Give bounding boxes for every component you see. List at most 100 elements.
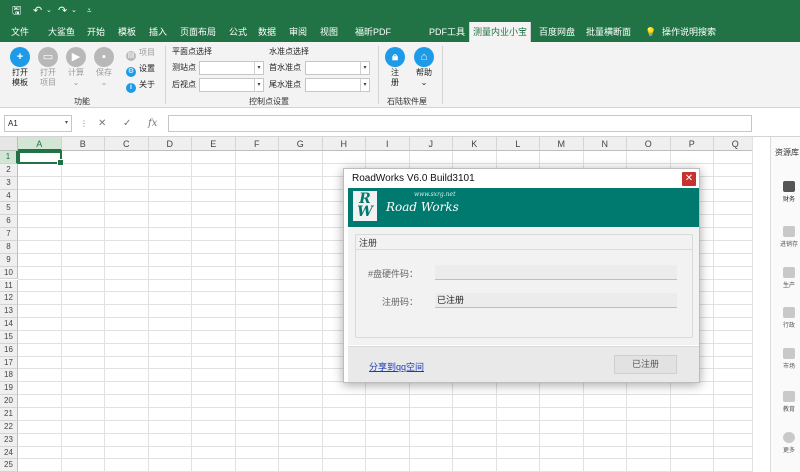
- name-box[interactable]: A1 ▾: [4, 115, 72, 132]
- row-header[interactable]: 21: [0, 408, 18, 421]
- row-header[interactable]: 20: [0, 395, 18, 408]
- tab-insert[interactable]: 插入: [149, 22, 167, 42]
- calculate-button[interactable]: ▶ 计算 ⌄: [62, 47, 90, 88]
- tab-baidu-netdisk[interactable]: 百度网盘: [539, 22, 575, 42]
- row-header[interactable]: 2: [0, 163, 18, 177]
- row-header[interactable]: 15: [0, 330, 18, 344]
- customize-icon[interactable]: ⩡: [87, 3, 92, 19]
- selected-cell-a1[interactable]: [18, 151, 64, 166]
- tab-survey-helper[interactable]: 测量内业小宝: [469, 22, 532, 42]
- row-header[interactable]: 1: [0, 151, 18, 164]
- plane-point-title: 平面点选择: [172, 47, 212, 56]
- row-header[interactable]: 9: [0, 253, 18, 267]
- tab-pdf-tools[interactable]: PDF工具: [429, 22, 465, 42]
- row-header[interactable]: 24: [0, 446, 18, 460]
- row-header[interactable]: 10: [0, 266, 18, 280]
- undo-icon[interactable]: ↶: [33, 3, 42, 19]
- column-header[interactable]: N: [583, 137, 627, 151]
- row-header[interactable]: 6: [0, 215, 18, 229]
- station-select[interactable]: ▾: [199, 61, 264, 75]
- help-button[interactable]: ⌂ 帮助 ⌄: [411, 47, 437, 88]
- panel-item-more[interactable]: 更多: [777, 432, 800, 454]
- vertical-scrollbar[interactable]: [752, 137, 770, 472]
- registration-code-field[interactable]: 已注册: [435, 293, 677, 308]
- first-level-select[interactable]: ▾: [305, 61, 370, 75]
- row-header[interactable]: 22: [0, 420, 18, 434]
- row-header[interactable]: 16: [0, 343, 18, 357]
- column-header[interactable]: M: [540, 137, 584, 151]
- tab-template[interactable]: 模板: [118, 22, 136, 42]
- row-header[interactable]: 25: [0, 459, 18, 472]
- row-header[interactable]: 4: [0, 189, 18, 203]
- panel-item-finance[interactable]: 财务: [777, 181, 800, 203]
- settings-button[interactable]: ⚙ 设置: [126, 63, 155, 77]
- chevron-down-icon[interactable]: ⌄: [46, 3, 52, 19]
- row-header[interactable]: 11: [0, 279, 18, 293]
- divider: [356, 249, 692, 250]
- register-button[interactable]: 🔒︎ 注 册: [384, 47, 406, 88]
- tab-data[interactable]: 数据: [258, 22, 276, 42]
- panel-item-inventory[interactable]: 进销存: [777, 226, 800, 248]
- registered-button[interactable]: 已注册: [614, 355, 677, 374]
- last-level-select[interactable]: ▾: [305, 78, 370, 92]
- panel-item-production[interactable]: 生产: [777, 267, 800, 289]
- column-header[interactable]: H: [322, 137, 366, 151]
- row-header[interactable]: 23: [0, 433, 18, 447]
- column-header[interactable]: C: [105, 137, 149, 151]
- column-header[interactable]: K: [453, 137, 497, 151]
- tab-page-layout[interactable]: 页面布局: [180, 22, 216, 42]
- column-header[interactable]: Q: [714, 137, 752, 151]
- cancel-icon[interactable]: ✕: [98, 115, 106, 132]
- column-header[interactable]: E: [192, 137, 236, 151]
- column-header[interactable]: G: [279, 137, 323, 151]
- column-header[interactable]: P: [670, 137, 714, 151]
- tab-foxit-pdf[interactable]: 福昕PDF: [355, 22, 391, 42]
- tab-batch-cross-section[interactable]: 批量横断面: [586, 22, 631, 42]
- tab-shark[interactable]: 大鲨鱼: [48, 22, 75, 42]
- panel-item-education[interactable]: 教育: [777, 391, 800, 413]
- tab-view[interactable]: 视图: [320, 22, 338, 42]
- last-level-label: 尾水准点: [269, 80, 301, 89]
- close-icon[interactable]: ✕: [682, 172, 696, 186]
- select-all-corner[interactable]: [0, 137, 18, 151]
- column-header[interactable]: B: [61, 137, 105, 151]
- panel-item-market[interactable]: 市场: [777, 348, 800, 370]
- row-header[interactable]: 5: [0, 202, 18, 216]
- panel-item-admin[interactable]: 行政: [777, 307, 800, 329]
- project-button[interactable]: ▤ 项目: [126, 47, 155, 61]
- row-header[interactable]: 3: [0, 176, 18, 190]
- column-header[interactable]: J: [409, 137, 453, 151]
- row-header[interactable]: 19: [0, 382, 18, 396]
- column-header[interactable]: I: [366, 137, 410, 151]
- row-header[interactable]: 18: [0, 369, 18, 383]
- tab-file[interactable]: 文件: [11, 22, 29, 42]
- chevron-down-icon[interactable]: ⌄: [71, 3, 77, 19]
- column-header[interactable]: A: [18, 137, 62, 151]
- about-button[interactable]: i 关于: [126, 79, 155, 93]
- tab-formulas[interactable]: 公式: [229, 22, 247, 42]
- row-header[interactable]: 12: [0, 292, 18, 306]
- column-header[interactable]: O: [627, 137, 671, 151]
- backsight-select[interactable]: ▾: [199, 78, 264, 92]
- row-header[interactable]: 17: [0, 356, 18, 370]
- save-button[interactable]: ▪ 保存 ⌄: [90, 47, 118, 88]
- formula-input[interactable]: [168, 115, 752, 132]
- row-header[interactable]: 14: [0, 318, 18, 331]
- row-header[interactable]: 8: [0, 240, 18, 254]
- share-qzone-link[interactable]: 分享到qq空间: [369, 360, 424, 373]
- open-project-button[interactable]: ▭ 打开 项目: [34, 47, 62, 88]
- open-template-button[interactable]: + 打开 模板: [6, 47, 34, 88]
- column-header[interactable]: L: [496, 137, 540, 151]
- save-icon[interactable]: 🖫: [12, 3, 21, 19]
- row-header[interactable]: 13: [0, 305, 18, 319]
- tab-review[interactable]: 审阅: [289, 22, 307, 42]
- confirm-icon[interactable]: ✓: [123, 115, 131, 132]
- row-header[interactable]: 7: [0, 228, 18, 241]
- redo-icon[interactable]: ↷: [58, 3, 67, 19]
- tell-me-search[interactable]: 操作说明搜索: [662, 22, 716, 42]
- tab-home[interactable]: 开始: [87, 22, 105, 42]
- insert-function-icon[interactable]: fx: [148, 115, 157, 132]
- column-header[interactable]: F: [235, 137, 279, 151]
- hardware-code-field[interactable]: [435, 265, 677, 280]
- column-header[interactable]: D: [148, 137, 192, 151]
